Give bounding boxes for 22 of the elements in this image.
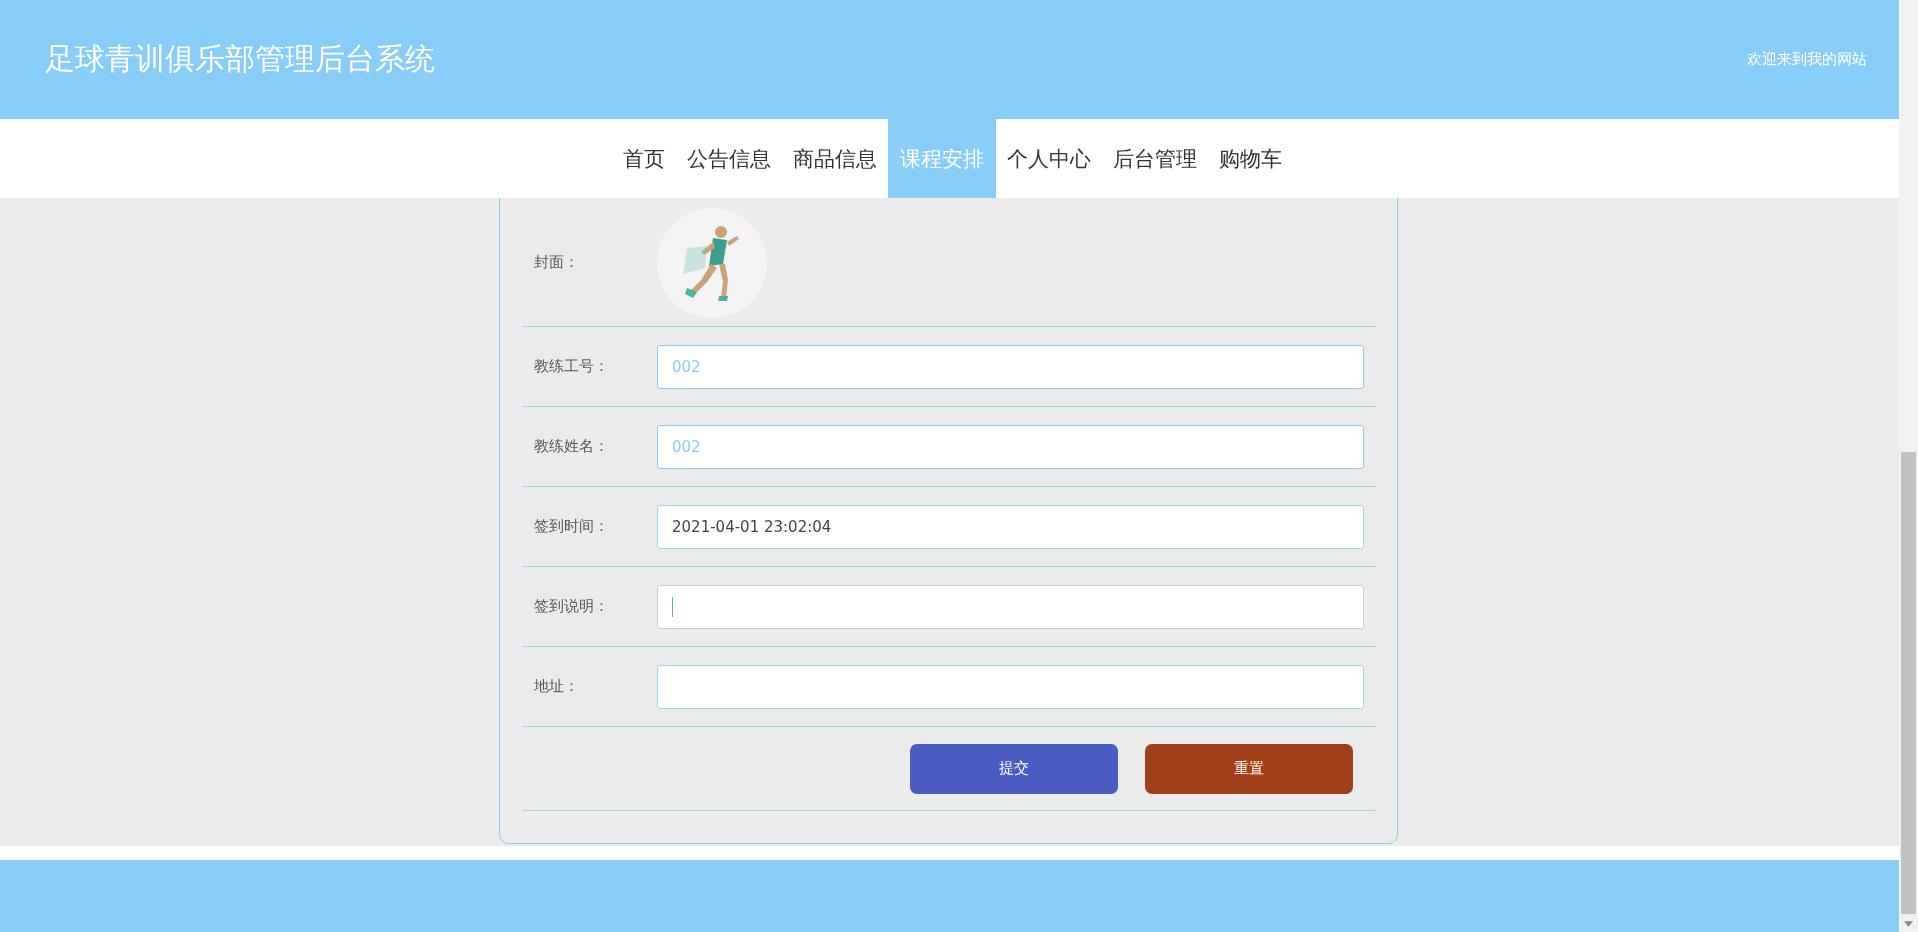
field-label: 教练姓名： (533, 437, 610, 456)
field-label: 签到说明： (533, 597, 610, 616)
nav-tab[interactable]: 首页 (612, 119, 676, 198)
scrollbar-thumb[interactable] (1901, 452, 1916, 914)
site-title: 足球青训俱乐部管理后台系统 (45, 40, 435, 78)
scroll-down-icon[interactable] (1904, 921, 1913, 927)
scrollbar[interactable] (1899, 0, 1918, 932)
nav-tab[interactable]: 后台管理 (1102, 119, 1208, 198)
submit-button[interactable]: 提交 (910, 743, 1118, 794)
nav-tab[interactable]: 购物车 (1208, 119, 1293, 198)
welcome-text: 欢迎来到我的网站 (1747, 50, 1867, 69)
input-field[interactable] (657, 584, 1364, 629)
nav-tab[interactable]: 公告信息 (676, 119, 782, 198)
input-field[interactable]: 2021-04-01 23:02:04 (657, 504, 1364, 549)
field-label: 签到时间： (533, 517, 610, 536)
reset-button[interactable]: 重置 (1145, 743, 1353, 794)
input-field[interactable] (657, 664, 1364, 709)
field-label: 封面： (533, 253, 580, 272)
field-label: 地址： (533, 677, 580, 696)
nav-tab[interactable]: 商品信息 (782, 119, 888, 198)
field-label: 教练工号： (533, 357, 610, 376)
nav-tab[interactable]: 个人中心 (996, 119, 1102, 198)
